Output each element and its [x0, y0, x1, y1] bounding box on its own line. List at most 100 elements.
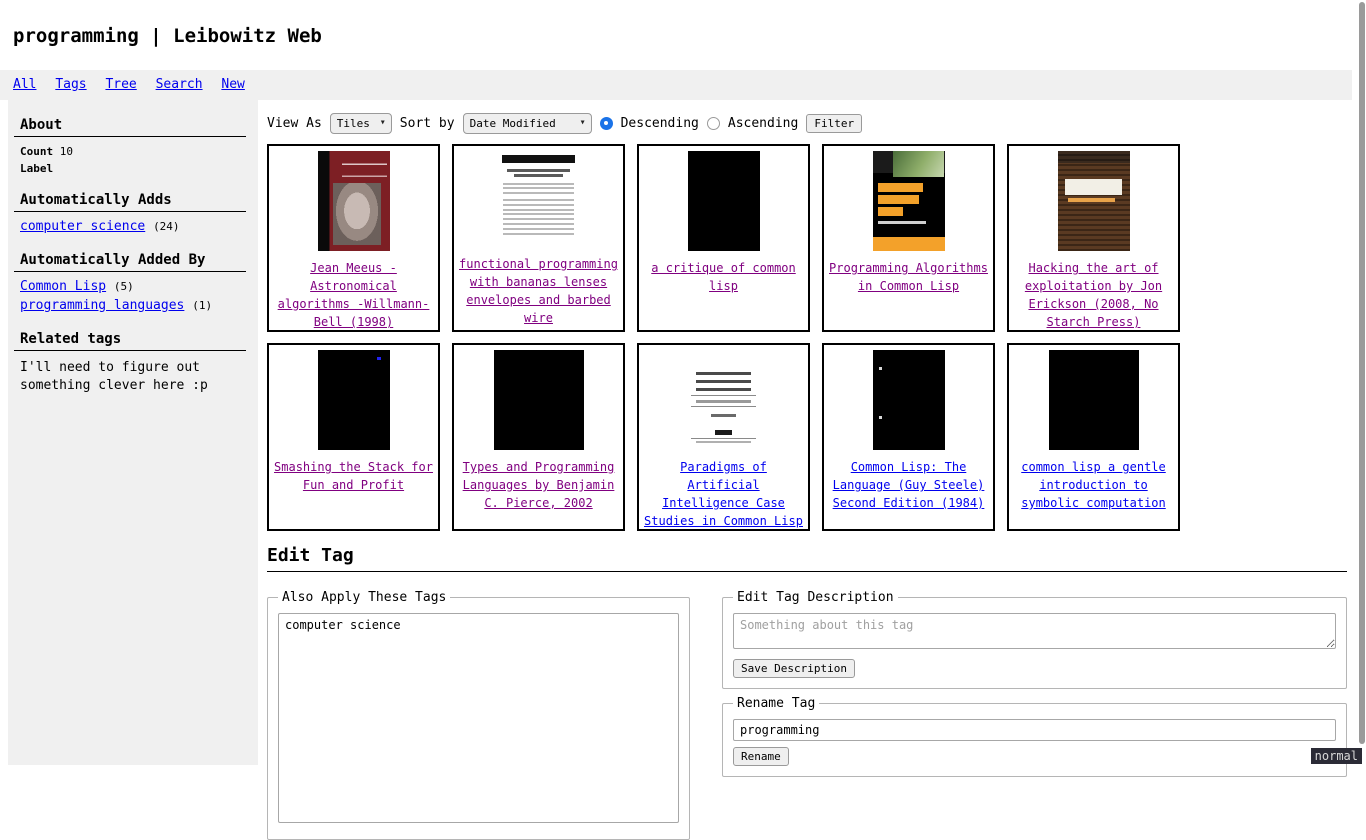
tile-item[interactable]: Smashing the Stack for Fun and Profit: [267, 343, 440, 531]
rename-tag-legend: Rename Tag: [733, 696, 819, 711]
tag-description-textarea[interactable]: [733, 613, 1336, 649]
tile-caption: functional programming with bananas lens…: [454, 255, 623, 327]
nav-item-tree[interactable]: Tree: [105, 77, 136, 92]
sidebar-related-note: I'll need to figure out something clever…: [14, 351, 246, 395]
edit-tag-description-legend: Edit Tag Description: [733, 590, 898, 605]
top-navbar: All Tags Tree Search New: [0, 70, 1352, 100]
tile-title-link[interactable]: Programming Algorithms in Common Lisp: [829, 261, 988, 293]
nav-links: All Tags Tree Search New: [0, 70, 1352, 92]
page-scrollbar-track[interactable]: [1358, 0, 1366, 768]
filter-button[interactable]: Filter: [806, 114, 862, 133]
tile-item[interactable]: Common Lisp: The Language (Guy Steele) S…: [822, 343, 995, 531]
sidebar-section-auto-added-by: Common Lisp (5) programming languages (1…: [14, 272, 246, 322]
sort-by-select[interactable]: Date Modified: [463, 113, 592, 134]
tile-caption: common lisp a gentle introduction to sym…: [1009, 458, 1178, 512]
tile-caption: Smashing the Stack for Fun and Profit: [269, 458, 438, 494]
black-cover-thumbnail: [873, 350, 945, 450]
black-cover-thumbnail: [688, 151, 760, 251]
book-cover-thumbnail: [1058, 151, 1130, 251]
tile-item[interactable]: common lisp a gentle introduction to sym…: [1007, 343, 1180, 531]
save-description-row: Save Description: [733, 659, 1336, 678]
sidebar-tag-count: (24): [153, 220, 180, 233]
sidebar-count-row: Count 10: [20, 143, 246, 160]
sidebar: About Count 10 Label Automatically Adds …: [8, 100, 258, 765]
rename-tag-fieldset: Rename Tag Rename: [722, 696, 1347, 777]
tile-item[interactable]: Programming Algorithms in Common Lisp: [822, 144, 995, 332]
page-scrollbar-thumb[interactable]: [1359, 2, 1365, 744]
save-description-button[interactable]: Save Description: [733, 659, 855, 678]
also-apply-tags-legend: Also Apply These Tags: [278, 590, 450, 605]
tile-title-link[interactable]: Common Lisp: The Language (Guy Steele) S…: [833, 460, 985, 510]
descending-label: Descending: [621, 116, 699, 131]
tile-title-link[interactable]: Types and Programming Languages by Benja…: [463, 460, 615, 510]
sidebar-count-value: 10: [60, 145, 73, 158]
black-cover-thumbnail: [318, 350, 390, 450]
book-cover-thumbnail: [681, 350, 767, 450]
tile-title-link[interactable]: a critique of common lisp: [651, 261, 796, 293]
nav-item-new[interactable]: New: [221, 77, 244, 92]
tile-title-link[interactable]: functional programming with bananas lens…: [459, 257, 618, 325]
rename-tag-input[interactable]: [733, 719, 1336, 741]
black-cover-thumbnail: [1049, 350, 1139, 450]
rename-button[interactable]: Rename: [733, 747, 789, 766]
view-as-select-wrap[interactable]: Tiles ▾: [330, 113, 392, 134]
edit-tag-description-fieldset: Edit Tag Description Save Description: [722, 590, 1347, 689]
sidebar-section-about: Count 10 Label: [14, 137, 246, 183]
sidebar-label-row: Label: [20, 160, 246, 177]
tile-title-link[interactable]: Hacking the art of exploitation by Jon E…: [1025, 261, 1162, 329]
radio-ascending[interactable]: [707, 117, 720, 130]
tiles-grid: Jean Meeus - Astronomical algorithms -Wi…: [267, 144, 1347, 531]
sidebar-tag-count: (1): [192, 299, 212, 312]
tile-item[interactable]: functional programming with bananas lens…: [452, 144, 625, 332]
tile-item[interactable]: Jean Meeus - Astronomical algorithms -Wi…: [267, 144, 440, 332]
tile-item[interactable]: a critique of common lisp: [637, 144, 810, 332]
page-title: programming | Leibowitz Web: [0, 0, 1366, 47]
nav-item-all[interactable]: All: [13, 77, 36, 92]
listing-toolbar: View As Tiles ▾ Sort by Date Modified ▾ …: [267, 110, 1352, 136]
edit-tag-forms-row: Also Apply These Tags computer science E…: [267, 590, 1347, 840]
sidebar-tag-computer-science[interactable]: computer science: [20, 219, 145, 234]
tile-caption: Jean Meeus - Astronomical algorithms -Wi…: [269, 259, 438, 331]
tile-title-link[interactable]: Jean Meeus - Astronomical algorithms -Wi…: [278, 261, 430, 329]
also-apply-tags-textarea[interactable]: computer science: [278, 613, 679, 823]
view-as-select[interactable]: Tiles: [330, 113, 392, 134]
view-as-label: View As: [267, 116, 322, 131]
also-apply-tags-fieldset: Also Apply These Tags computer science: [267, 590, 690, 840]
tile-title-link[interactable]: Smashing the Stack for Fun and Profit: [274, 460, 433, 492]
black-cover-thumbnail: [494, 350, 584, 450]
sidebar-heading-about: About: [14, 113, 246, 137]
book-cover-thumbnail: [873, 151, 945, 251]
main-content: View As Tiles ▾ Sort by Date Modified ▾ …: [258, 100, 1352, 768]
tile-caption: Common Lisp: The Language (Guy Steele) S…: [824, 458, 993, 512]
sort-by-label: Sort by: [400, 116, 455, 131]
sidebar-tag-programming-languages[interactable]: programming languages: [20, 298, 184, 313]
sidebar-heading-auto-adds: Automatically Adds: [14, 188, 246, 212]
tile-caption: Programming Algorithms in Common Lisp: [824, 259, 993, 295]
tile-title-link[interactable]: Paradigms of Artificial Intelligence Cas…: [644, 460, 803, 531]
sidebar-tag-count: (5): [114, 280, 134, 293]
sidebar-tag-row: computer science (24): [20, 218, 246, 237]
nav-item-search[interactable]: Search: [156, 77, 203, 92]
book-cover-thumbnail: [318, 151, 390, 251]
sort-by-select-wrap[interactable]: Date Modified ▾: [463, 113, 592, 134]
thumbnail-accent-dot: [377, 357, 381, 360]
tile-caption: Paradigms of Artificial Intelligence Cas…: [639, 458, 808, 531]
tile-caption: Hacking the art of exploitation by Jon E…: [1009, 259, 1178, 331]
edit-tag-section: Edit Tag Also Apply These Tags computer …: [267, 545, 1347, 840]
tile-item[interactable]: Hacking the art of exploitation by Jon E…: [1007, 144, 1180, 332]
radio-descending[interactable]: [600, 117, 613, 130]
sidebar-heading-auto-added-by: Automatically Added By: [14, 248, 246, 272]
editor-mode-badge: normal: [1311, 748, 1362, 764]
tile-item[interactable]: Paradigms of Artificial Intelligence Cas…: [637, 343, 810, 531]
sidebar-tag-row: programming languages (1): [20, 297, 246, 316]
tile-caption: Types and Programming Languages by Benja…: [454, 458, 623, 512]
tile-item[interactable]: Types and Programming Languages by Benja…: [452, 343, 625, 531]
rename-button-row: Rename: [733, 747, 1336, 766]
tile-title-link[interactable]: common lisp a gentle introduction to sym…: [1021, 460, 1166, 510]
document-page-thumbnail: [495, 151, 583, 247]
sidebar-count-label: Count: [20, 145, 53, 158]
sidebar-tag-common-lisp[interactable]: Common Lisp: [20, 279, 106, 294]
nav-item-tags[interactable]: Tags: [55, 77, 86, 92]
sidebar-section-auto-adds: computer science (24): [14, 212, 246, 243]
sidebar-heading-related-tags: Related tags: [14, 327, 246, 351]
